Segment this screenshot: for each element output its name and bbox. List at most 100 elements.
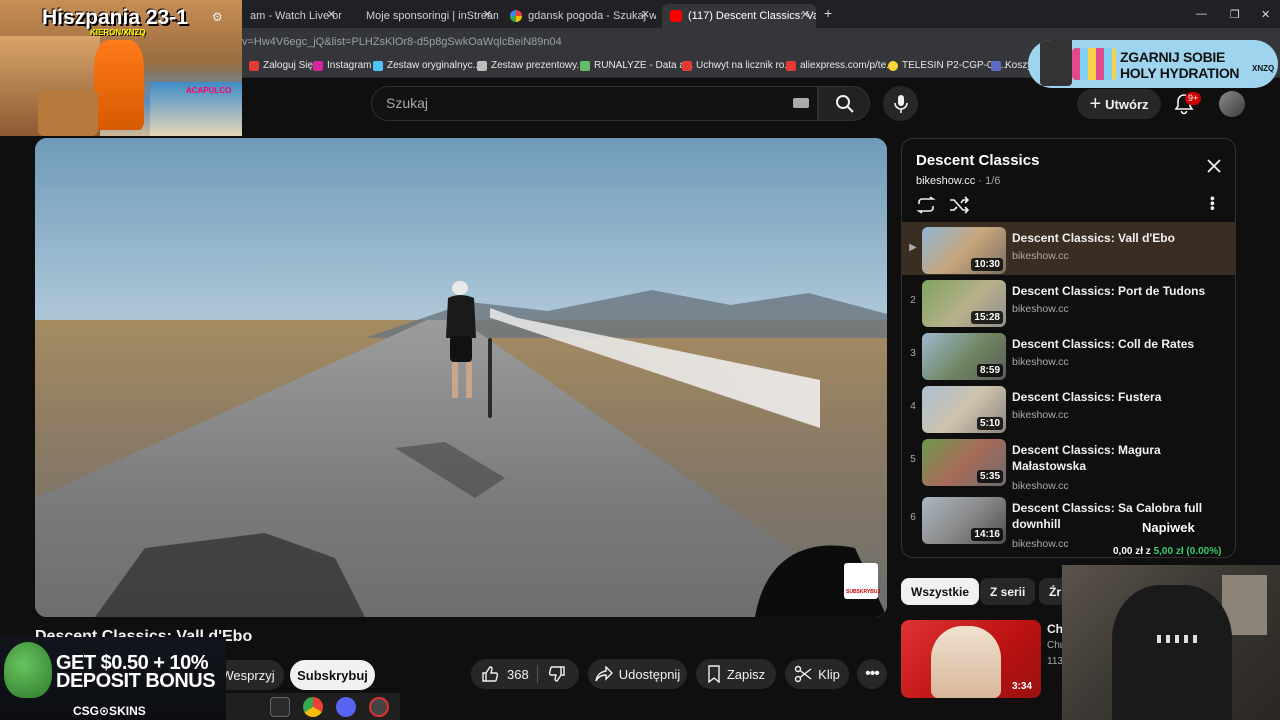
save-label: Zapisz bbox=[726, 666, 766, 682]
playlist-item-channel: bikeshow.cc bbox=[1012, 480, 1069, 492]
youtube-icon bbox=[670, 10, 682, 22]
chrome-icon[interactable] bbox=[303, 697, 323, 717]
duration-badge: 3:34 bbox=[1012, 681, 1033, 692]
search-button[interactable] bbox=[818, 86, 870, 121]
playlist-title[interactable]: Descent Classics bbox=[916, 152, 1039, 169]
loop-icon[interactable] bbox=[916, 196, 936, 214]
gear-icon: ⚙ bbox=[212, 10, 223, 24]
bookmark-label: Zestaw oryginalnyc... bbox=[387, 60, 481, 71]
close-icon[interactable] bbox=[1207, 159, 1221, 173]
overlay-photo-food bbox=[38, 90, 98, 136]
close-tab-icon[interactable]: ✕ bbox=[327, 8, 336, 21]
bookmark-icon bbox=[708, 665, 720, 683]
bookmark-item[interactable]: aliexpress.com/p/te... bbox=[786, 60, 894, 71]
shuffle-icon[interactable] bbox=[949, 196, 969, 214]
bookmark-icon bbox=[991, 60, 1001, 71]
url-text[interactable]: v=Hw4V6egc_jQ&list=PLHZsKlOr8-d5p8gSwkOa… bbox=[242, 36, 562, 48]
video-thumbnail: 14:16 bbox=[922, 497, 1006, 544]
bookmark-item[interactable]: Zaloguj Się bbox=[249, 60, 313, 71]
search-box[interactable]: Szukaj bbox=[371, 86, 818, 121]
subscribe-watermark[interactable]: SUBSKRYBUJ bbox=[844, 563, 880, 599]
playlist-index: 3 bbox=[910, 348, 916, 359]
video-thumbnail: 15:28 bbox=[922, 280, 1006, 327]
tab-youtube[interactable]: (117) Descent Classics: Vall d'Eb ✕ bbox=[662, 4, 816, 28]
bookmark-item[interactable]: RUNALYZE - Data a... bbox=[580, 60, 693, 71]
close-tab-icon[interactable]: ✕ bbox=[801, 8, 810, 21]
playlist-item-channel: bikeshow.cc bbox=[1012, 356, 1069, 368]
terminal-icon[interactable] bbox=[270, 697, 290, 717]
like-divider bbox=[537, 665, 538, 683]
playlist-channel[interactable]: bikeshow.cc bbox=[916, 175, 975, 187]
ad-headline-line2: HOLY HYDRATION bbox=[1120, 65, 1240, 81]
clip-button[interactable]: Klip bbox=[785, 659, 849, 689]
more-actions-button[interactable]: ••• bbox=[857, 659, 887, 689]
playlist-item-title: Descent Classics: Vall d'Ebo bbox=[1012, 231, 1175, 245]
tip-percent: (0.00%) bbox=[1186, 546, 1222, 557]
bookmark-icon bbox=[249, 60, 259, 71]
bookmark-icon bbox=[888, 60, 898, 71]
discord-icon[interactable] bbox=[336, 697, 356, 717]
bookmark-item[interactable]: Zestaw oryginalnyc... bbox=[373, 60, 481, 71]
tab-label: gdansk pogoda - Szukaj w Goo bbox=[528, 10, 656, 22]
webcam-person bbox=[1112, 585, 1232, 720]
video-player[interactable]: SUBSKRYBUJ bbox=[35, 138, 887, 617]
bookmark-label: Instagram bbox=[327, 60, 372, 71]
maximize-icon[interactable]: ❐ bbox=[1230, 8, 1240, 21]
share-icon bbox=[595, 666, 613, 682]
video-thumbnail: 5:10 bbox=[922, 386, 1006, 433]
thumbnail-face bbox=[931, 626, 1001, 698]
playlist-item[interactable]: ▶ 10:30 Descent Classics: Vall d'Ebo bik… bbox=[902, 222, 1235, 275]
overlay-subtitle: KIERON/XNZQ bbox=[90, 28, 146, 37]
playlist-index: 4 bbox=[910, 401, 916, 412]
playlist-item-channel: bikeshow.cc bbox=[1012, 409, 1069, 421]
bookmark-item[interactable]: Instagram bbox=[313, 60, 371, 71]
chip-all[interactable]: Wszystkie bbox=[901, 578, 980, 605]
save-button[interactable]: Zapisz bbox=[696, 659, 776, 689]
ad-headline-line1: ZGARNIJ SOBIE bbox=[1120, 49, 1226, 65]
bookmark-icon bbox=[580, 60, 590, 71]
recommended-video-title[interactable]: Ch bbox=[1047, 622, 1063, 636]
close-window-icon[interactable]: ✕ bbox=[1261, 8, 1270, 21]
new-tab-button[interactable]: + bbox=[824, 5, 832, 21]
close-tab-icon[interactable]: ✕ bbox=[641, 8, 650, 21]
playlist-item[interactable]: 4 5:10 Descent Classics: Fustera bikesho… bbox=[902, 381, 1235, 434]
search-input[interactable]: Szukaj bbox=[386, 95, 428, 111]
overlay-acapulco-label: ACAPULCO bbox=[186, 86, 232, 95]
obs-icon[interactable] bbox=[369, 697, 389, 717]
close-tab-icon[interactable]: ✕ bbox=[483, 8, 492, 21]
notifications-badge: 9+ bbox=[1185, 92, 1202, 105]
more-vertical-icon[interactable]: ••• bbox=[1205, 196, 1221, 211]
playlist-item[interactable]: 5 5:35 Descent Classics: Magura Małastow… bbox=[902, 434, 1235, 492]
chip-series[interactable]: Z serii bbox=[980, 578, 1036, 605]
scissors-icon bbox=[794, 665, 812, 683]
product-packs-image bbox=[1072, 48, 1116, 80]
tab-google[interactable]: gdansk pogoda - Szukaj w Goo ✕ bbox=[502, 4, 656, 28]
like-button[interactable]: 368 bbox=[471, 665, 529, 683]
bookmark-item[interactable]: Zestaw prezentowy... bbox=[477, 60, 585, 71]
minimize-icon[interactable]: — bbox=[1196, 8, 1207, 20]
share-button[interactable]: Udostępnij bbox=[588, 659, 687, 689]
create-button[interactable]: + Utwórz bbox=[1077, 89, 1161, 119]
subscribe-button[interactable]: Subskrybuj bbox=[290, 660, 375, 690]
thumbs-down-icon[interactable] bbox=[548, 665, 566, 683]
ad-brand: CSG⊙SKINS bbox=[73, 704, 146, 718]
tab-instreamly[interactable]: Moje sponsoringi | inStreamly ✕ bbox=[358, 4, 498, 28]
avatar[interactable] bbox=[1219, 91, 1245, 117]
voice-search-button[interactable] bbox=[883, 86, 918, 121]
playlist-item[interactable]: 2 15:28 Descent Classics: Port de Tudons… bbox=[902, 275, 1235, 328]
playlist-position: 1/6 bbox=[985, 175, 1001, 187]
keyboard-icon[interactable] bbox=[793, 98, 809, 108]
playlist-item-title: Descent Classics: Magura Małastowska bbox=[1012, 443, 1161, 473]
ad-bonus-line2: DEPOSIT BONUS bbox=[56, 670, 216, 692]
bookmark-item[interactable]: Uchwyt na licznik ro... bbox=[682, 60, 793, 71]
thumbs-up-icon bbox=[482, 666, 499, 682]
like-count: 368 bbox=[507, 666, 529, 682]
recommended-video-meta: 113 bbox=[1047, 656, 1063, 667]
bookmark-item[interactable]: TELESIN P2-CGP-01... bbox=[888, 60, 1006, 71]
tip-goal-progress: 0,00 zł z 5,00 zł (0.00%) bbox=[1113, 546, 1221, 557]
tab-label: Moje sponsoringi | inStreamly bbox=[366, 10, 498, 22]
stream-overlay-trip-banner: Hiszpania 23-1 KIERON/XNZQ ACAPULCO ⚙ bbox=[0, 0, 242, 136]
duration-badge: 8:59 bbox=[976, 364, 1003, 377]
tab-kick[interactable]: am - Watch Live on K ✕ bbox=[242, 4, 342, 28]
playlist-item[interactable]: 3 8:59 Descent Classics: Coll de Rates b… bbox=[902, 328, 1235, 381]
